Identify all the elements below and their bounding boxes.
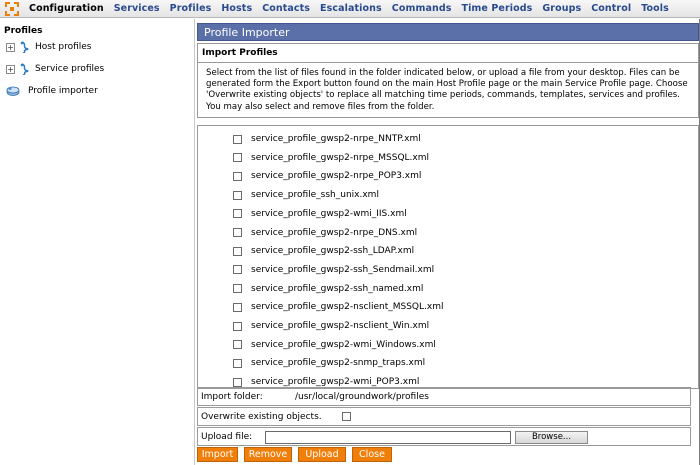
overwrite-checkbox[interactable]: [342, 412, 351, 421]
file-checkbox[interactable]: [233, 209, 242, 219]
file-name: service_profile_gwsp2-ssh_Sendmail.xml: [251, 264, 435, 275]
file-name: service_profile_gwsp2-nrpe_POP3.xml: [251, 171, 422, 182]
file-name: service_profile_ssh_unix.xml: [251, 190, 379, 201]
tree-icon: [20, 41, 29, 53]
file-list: service_profile_gwsp2-nrpe_NNTP.xml serv…: [197, 125, 699, 389]
menu-tools[interactable]: Tools: [641, 3, 669, 14]
import-folder-row: Import folder: /usr/local/groundwork/pro…: [197, 387, 691, 406]
sidebar-title: Profiles: [4, 26, 43, 36]
file-name: service_profile_gwsp2-ssh_named.xml: [251, 283, 424, 294]
file-checkbox[interactable]: [233, 340, 242, 350]
sidebar: Profiles + Host profiles + Service profi…: [0, 19, 195, 465]
list-item[interactable]: service_profile_gwsp2-ssh_Sendmail.xml: [233, 263, 434, 277]
list-item[interactable]: service_profile_gwsp2-wmi_IIS.xml: [233, 207, 407, 221]
file-name: service_profile_gwsp2-wmi_IIS.xml: [251, 208, 407, 219]
menu-services[interactable]: Services: [114, 3, 160, 14]
menu-contacts[interactable]: Contacts: [262, 3, 310, 14]
menu-commands[interactable]: Commands: [392, 3, 452, 14]
import-icon: [6, 86, 20, 96]
overwrite-label: Overwrite existing objects.: [201, 411, 322, 422]
upload-row: Upload file: Browse...: [197, 427, 691, 446]
file-checkbox[interactable]: [233, 228, 242, 237]
file-name: service_profile_gwsp2-nsclient_Win.xml: [251, 321, 430, 331]
list-item[interactable]: service_profile_gwsp2-nrpe_POP3.xml: [233, 169, 421, 183]
file-checkbox[interactable]: [233, 190, 242, 200]
file-checkbox[interactable]: [233, 358, 242, 368]
upload-file-input[interactable]: [265, 431, 511, 444]
sidebar-item-service-profiles[interactable]: + Service profiles: [6, 63, 104, 75]
file-checkbox[interactable]: [233, 302, 242, 312]
panel-title: Profile Importer: [197, 23, 699, 41]
menu-hosts[interactable]: Hosts: [221, 3, 252, 14]
list-item[interactable]: service_profile_gwsp2-nrpe_NNTP.xml: [233, 132, 421, 146]
file-name: service_profile_gwsp2-ssh_LDAP.xml: [251, 246, 415, 257]
menu-configuration[interactable]: Configuration: [29, 3, 104, 14]
menu-escalations[interactable]: Escalations: [320, 3, 382, 14]
file-name: service_profile_gwsp2-nrpe_MSSQL.xml: [251, 152, 430, 163]
divider: [198, 62, 698, 63]
expand-icon[interactable]: +: [6, 42, 15, 52]
sidebar-item-label: Profile importer: [28, 86, 98, 96]
close-button[interactable]: Close: [352, 447, 392, 462]
file-name: service_profile_gwsp2-nrpe_NNTP.xml: [251, 134, 421, 144]
import-folder-path: /usr/local/groundwork/profiles: [295, 391, 429, 402]
section-title: Import Profiles: [202, 48, 278, 58]
menu-time-periods[interactable]: Time Periods: [461, 3, 532, 14]
file-checkbox[interactable]: [233, 321, 242, 331]
file-checkbox[interactable]: [233, 377, 242, 387]
profile-importer-panel: Profile Importer Import Profiles Select …: [197, 23, 699, 465]
app-logo-icon: [5, 1, 19, 16]
top-menu-bar: Configuration Services Profiles Hosts Co…: [0, 0, 700, 18]
file-checkbox[interactable]: [233, 265, 242, 275]
tree-icon: [20, 63, 29, 75]
action-buttons: Import Remove Upload Close: [197, 447, 398, 462]
import-folder-label: Import folder:: [201, 391, 263, 402]
list-item[interactable]: service_profile_gwsp2-nrpe_MSSQL.xml: [233, 151, 429, 165]
list-item[interactable]: service_profile_gwsp2-nsclient_Win.xml: [233, 319, 429, 333]
file-checkbox[interactable]: [233, 171, 242, 181]
sidebar-item-profile-importer[interactable]: Profile importer: [6, 85, 98, 97]
instructions-text: Select from the list of files found in t…: [206, 68, 688, 112]
file-name: service_profile_gwsp2-snmp_traps.xml: [251, 358, 426, 369]
file-name: service_profile_gwsp2-nrpe_DNS.xml: [251, 227, 418, 238]
overwrite-row: Overwrite existing objects.: [197, 407, 691, 426]
sidebar-item-label: Host profiles: [35, 42, 92, 52]
list-item[interactable]: service_profile_gwsp2-ssh_LDAP.xml: [233, 244, 414, 258]
upload-label: Upload file:: [201, 431, 253, 442]
expand-icon[interactable]: +: [6, 64, 15, 74]
menu-groups[interactable]: Groups: [542, 3, 581, 14]
menu-profiles[interactable]: Profiles: [170, 3, 212, 14]
file-name: service_profile_gwsp2-wmi_Windows.xml: [251, 339, 436, 350]
upload-button[interactable]: Upload: [298, 447, 346, 462]
import-button[interactable]: Import: [197, 447, 238, 462]
remove-button[interactable]: Remove: [244, 447, 292, 462]
file-name: service_profile_gwsp2-wmi_POP3.xml: [251, 377, 420, 388]
file-checkbox[interactable]: [233, 284, 242, 294]
file-checkbox[interactable]: [233, 153, 242, 163]
menu-control[interactable]: Control: [591, 3, 631, 14]
list-item[interactable]: service_profile_gwsp2-snmp_traps.xml: [233, 356, 425, 370]
sidebar-item-host-profiles[interactable]: + Host profiles: [6, 41, 91, 53]
list-item[interactable]: service_profile_gwsp2-ssh_named.xml: [233, 282, 423, 296]
list-item[interactable]: service_profile_gwsp2-wmi_Windows.xml: [233, 338, 436, 352]
file-checkbox[interactable]: [233, 246, 242, 256]
list-item[interactable]: service_profile_gwsp2-nrpe_DNS.xml: [233, 226, 417, 240]
file-name: service_profile_gwsp2-nsclient_MSSQL.xml: [251, 302, 444, 313]
list-item[interactable]: service_profile_gwsp2-nsclient_MSSQL.xml: [233, 300, 443, 314]
browse-button[interactable]: Browse...: [515, 431, 588, 444]
file-checkbox[interactable]: [233, 134, 242, 144]
sidebar-item-label: Service profiles: [35, 64, 105, 74]
import-profiles-section: Import Profiles Select from the list of …: [197, 43, 699, 118]
list-item[interactable]: service_profile_ssh_unix.xml: [233, 188, 379, 202]
